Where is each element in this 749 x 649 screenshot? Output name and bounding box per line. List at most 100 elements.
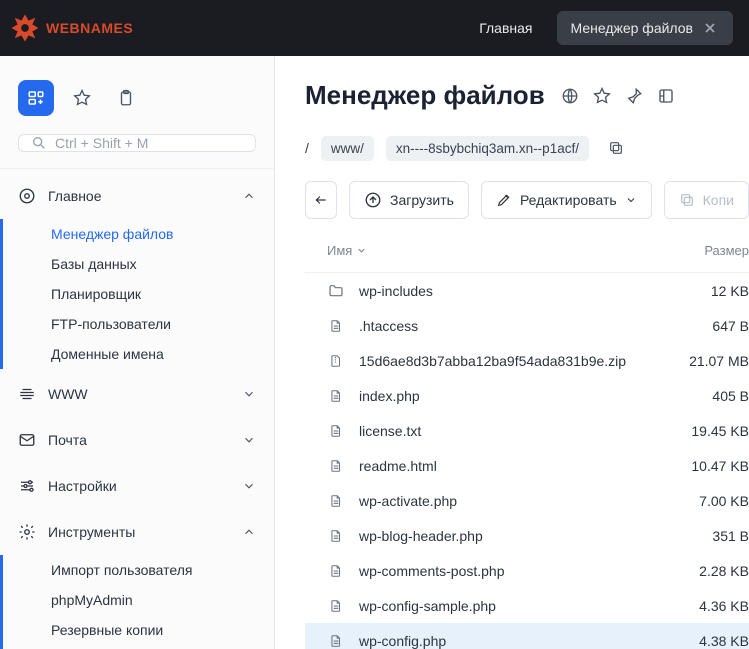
sidebar-item[interactable]: Планировщик [3,279,274,309]
file-name: wp-comments-post.php [359,563,505,579]
tab-file-manager[interactable]: Менеджер файлов [557,11,734,45]
col-size-label[interactable]: Размер [704,243,749,258]
breadcrumb-seg[interactable]: xn----8sbybchiq3am.xn--p1acf/ [386,136,589,161]
file-name: license.txt [359,423,421,439]
nav-group-tools[interactable]: Инструменты [0,509,274,555]
upload-icon [364,191,382,209]
brand-text: WEBNAMES [46,20,133,36]
file-size: 10.47 KB [691,458,749,474]
file-row[interactable]: wp-includes 12 KB [305,273,749,308]
upload-button[interactable]: Загрузить [349,181,469,219]
chevron-down-icon [242,387,256,401]
close-icon[interactable] [701,19,719,37]
star-icon[interactable] [66,82,98,114]
chevron-down-icon [242,479,256,493]
tab-label: Менеджер файлов [571,20,694,36]
globe-icon[interactable] [561,87,579,105]
file-size: 19.45 KB [691,423,749,439]
file-list: wp-includes12 KB.htaccess647 B15d6ae8d3b… [305,273,749,649]
file-name: wp-config-sample.php [359,598,496,614]
file-icon [327,318,345,334]
tools-icon [18,523,36,541]
file-icon [327,563,345,579]
file-row[interactable]: wp-activate.php 7.00 KB [305,483,749,518]
file-name: wp-includes [359,283,433,299]
file-row[interactable]: wp-comments-post.php2.28 KB [305,553,749,588]
file-size: 4.38 KB [699,633,749,649]
sidebar-item[interactable]: Резервные копии [3,615,274,645]
file-icon [327,633,345,649]
nav-group-mail[interactable]: Почта [0,417,274,463]
edit-button[interactable]: Редактировать [481,181,652,219]
file-row[interactable]: .htaccess647 B [305,308,749,343]
file-row[interactable]: wp-config-sample.php 4.36 KB [305,588,749,623]
file-row[interactable]: license.txt 19.45 KB [305,413,749,448]
zip-icon [327,353,345,369]
sidebar-item[interactable]: Импорт пользователя [3,555,274,585]
nav-group-home[interactable]: Главное [0,173,274,219]
file-icon [327,528,345,544]
file-row[interactable]: index.php405 B [305,378,749,413]
sidebar-item[interactable]: phpMyAdmin [3,585,274,615]
tab-main[interactable]: Главная [465,11,546,45]
file-size: 351 B [712,528,749,544]
breadcrumb-root[interactable]: / [305,140,309,156]
file-name: wp-activate.php [359,493,457,509]
file-name: wp-config.php [359,633,446,649]
file-row[interactable]: readme.html 10.47 KB [305,448,749,483]
search-input[interactable] [18,134,256,152]
sidebar-item[interactable]: Доменные имена [3,339,274,369]
clipboard-icon[interactable] [110,82,142,114]
file-icon [327,388,345,404]
file-size: 7.00 KB [699,493,749,509]
copy-path-icon[interactable] [601,133,631,163]
nav-group-settings[interactable]: Настройки [0,463,274,509]
search-field[interactable] [55,135,243,151]
file-icon [327,598,345,614]
pencil-icon [496,192,512,208]
nav-group-www[interactable]: WWW [0,371,274,417]
tabs: Главная Менеджер файлов [465,11,733,45]
file-size: 405 B [712,388,749,404]
file-row[interactable]: wp-config.php 4.38 KB [305,623,749,649]
file-size: 647 B [712,318,749,334]
expand-icon[interactable] [657,87,675,105]
file-name: 15d6ae8d3b7abba12ba9f54ada831b9e.zip [359,353,626,369]
chevron-down-icon [625,194,637,206]
file-icon [327,493,345,509]
pin-icon[interactable] [625,87,643,105]
dashboard-button[interactable] [18,80,54,116]
file-size: 4.36 KB [699,598,749,614]
mail-icon [18,431,36,449]
sidebar-item[interactable]: Базы данных [3,249,274,279]
brand-logo[interactable]: WEBNAMES [12,15,133,41]
nav-group-label: WWW [48,386,88,402]
gear-sun-icon [12,15,38,41]
copy-label: Копи [703,192,734,208]
folder-icon [327,283,345,299]
back-button[interactable] [305,181,337,219]
arrow-left-icon [312,193,330,207]
file-icon [327,423,345,439]
col-name-label[interactable]: Имя [327,243,352,258]
nav-group-label: Главное [48,188,102,204]
edit-label: Редактировать [520,192,617,208]
chevron-up-icon [242,525,256,539]
copy-button[interactable]: Копи [664,181,749,219]
file-row[interactable]: wp-blog-header.php351 B [305,518,749,553]
file-name: readme.html [359,458,437,474]
sidebar-quickbar [0,80,274,134]
breadcrumb-seg[interactable]: www/ [321,136,374,161]
sidebar-item[interactable]: Менеджер файлов [3,219,274,249]
sidebar: Главное Менеджер файловБазы данныхПланиро… [0,56,275,649]
chevron-up-icon [242,189,256,203]
sidebar-item[interactable]: Cloudflare [3,645,274,649]
search-icon [31,135,47,151]
nav-group-label: Настройки [48,478,117,494]
sidebar-item[interactable]: FTP-пользователи [3,309,274,339]
main-panel: Менеджер файлов / www/ xn----8sbybchiq3a… [275,56,749,649]
star-icon[interactable] [593,87,611,105]
file-row[interactable]: 15d6ae8d3b7abba12ba9f54ada831b9e.zip21.0… [305,343,749,378]
nav-group-label: Инструменты [48,524,135,540]
file-size: 12 KB [711,283,749,299]
